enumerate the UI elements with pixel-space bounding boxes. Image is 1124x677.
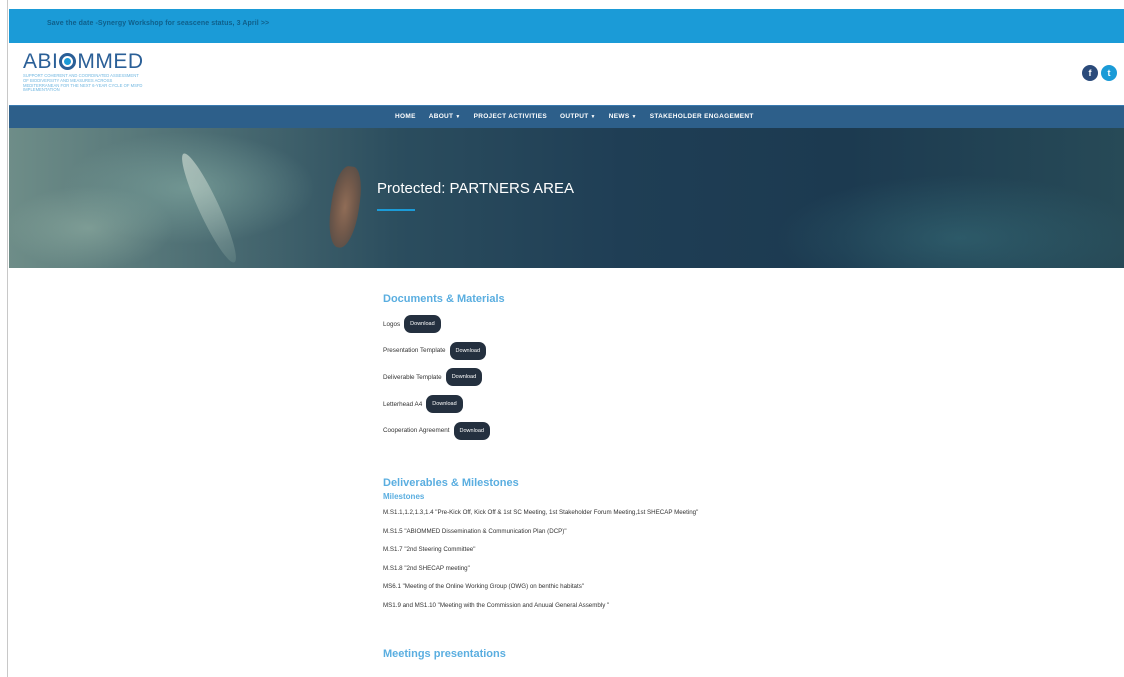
nav-label: HOME — [395, 113, 416, 120]
logo-wordmark: ABI MMED — [23, 51, 173, 72]
twitter-icon[interactable]: t — [1101, 65, 1117, 81]
nav-label: PROJECT ACTIVITIES — [473, 113, 547, 120]
nav-label: OUTPUT — [559, 113, 589, 120]
social-links: f t — [1082, 65, 1117, 81]
download-button[interactable]: Download — [449, 341, 487, 360]
deliverables-heading: Deliverables & Milestones — [383, 476, 519, 489]
nav-item-output[interactable]: OUTPUT ▼ — [560, 113, 596, 120]
nav-item-stakeholder-engagement[interactable]: STAKEHOLDER ENGAGEMENT — [650, 113, 754, 120]
milestone-item[interactable]: M.S1.8 "2nd SHECAP meeting" — [383, 564, 833, 583]
document-label: Letterhead A4 — [383, 400, 423, 408]
hero-image-reef — [174, 149, 244, 267]
download-button[interactable]: Download — [453, 421, 490, 440]
milestone-item[interactable]: M.S1.7 "2nd Steering Committee" — [383, 545, 833, 564]
window-frame-left — [0, 0, 8, 677]
nav-item-news[interactable]: NEWS ▼ — [609, 113, 637, 120]
caret-down-icon: ▼ — [455, 114, 461, 120]
document-row: Logos Download — [383, 311, 833, 338]
document-row: Deliverable Template Download — [383, 364, 833, 391]
site-logo[interactable]: ABI MMED Support coherent and coordinated… — [23, 51, 173, 99]
documents-heading: Documents & Materials — [383, 293, 505, 305]
site-header: ABI MMED Support coherent and coordinated… — [9, 43, 1124, 105]
milestone-item[interactable]: M.S1.5 "ABIOMMED Dissemination & Communi… — [383, 527, 833, 546]
nav-label: STAKEHOLDER ENGAGEMENT — [649, 113, 754, 120]
caret-down-icon: ▼ — [631, 114, 637, 120]
hero-image-island — [325, 164, 365, 250]
main-navigation: HOME ABOUT ▼ PROJECT ACTIVITIES OUTPUT ▼ N… — [9, 105, 1124, 128]
nav-item-about[interactable]: ABOUT ▼ — [429, 113, 461, 120]
announcement-link[interactable]: Save the date -Synergy Workshop for seas… — [47, 20, 269, 27]
milestone-item[interactable]: MS6.1 "Meeting of the Online Working Gro… — [383, 582, 833, 601]
milestone-item[interactable]: MS1.9 and MS1.10 "Meeting with the Commi… — [383, 601, 833, 620]
page-title: Protected: PARTNERS AREA — [377, 180, 575, 197]
document-label: Logos — [383, 320, 401, 328]
download-button[interactable]: Download — [426, 395, 463, 414]
download-button[interactable]: Download — [445, 368, 483, 387]
nav-label: NEWS — [608, 113, 630, 120]
nav-item-project-activities[interactable]: PROJECT ACTIVITIES — [474, 113, 547, 120]
milestone-item[interactable]: M.S1.1,1.2,1.3,1.4 "Pre-Kick Off, Kick O… — [383, 508, 833, 527]
logo-suffix: MMED — [77, 50, 144, 73]
announcement-bar: Save the date -Synergy Workshop for seas… — [9, 9, 1124, 43]
milestones-subheading: Milestones — [383, 491, 425, 501]
title-underline — [377, 209, 415, 211]
document-label: Presentation Template — [383, 347, 446, 355]
nav-item-home[interactable]: HOME — [395, 113, 416, 120]
hero-banner: Protected: PARTNERS AREA — [9, 128, 1124, 268]
caret-down-icon: ▼ — [590, 114, 596, 120]
nav-label: ABOUT — [428, 113, 454, 120]
main-content: Documents & Materials Logos Download Pre… — [383, 293, 833, 660]
facebook-icon[interactable]: f — [1082, 65, 1098, 81]
document-row: Letterhead A4 Download — [383, 391, 833, 418]
logo-prefix: ABI — [23, 50, 59, 73]
document-label: Deliverable Template — [383, 373, 442, 381]
document-label: Cooperation Agreement — [383, 427, 450, 435]
download-button[interactable]: Download — [404, 315, 441, 334]
document-row: Presentation Template Download — [383, 338, 833, 365]
meetings-heading: Meetings presentations — [383, 647, 506, 660]
logo-o-icon — [59, 53, 77, 70]
logo-tagline: Support coherent and coordinated assessm… — [23, 73, 143, 93]
document-row: Cooperation Agreement Download — [383, 417, 833, 444]
